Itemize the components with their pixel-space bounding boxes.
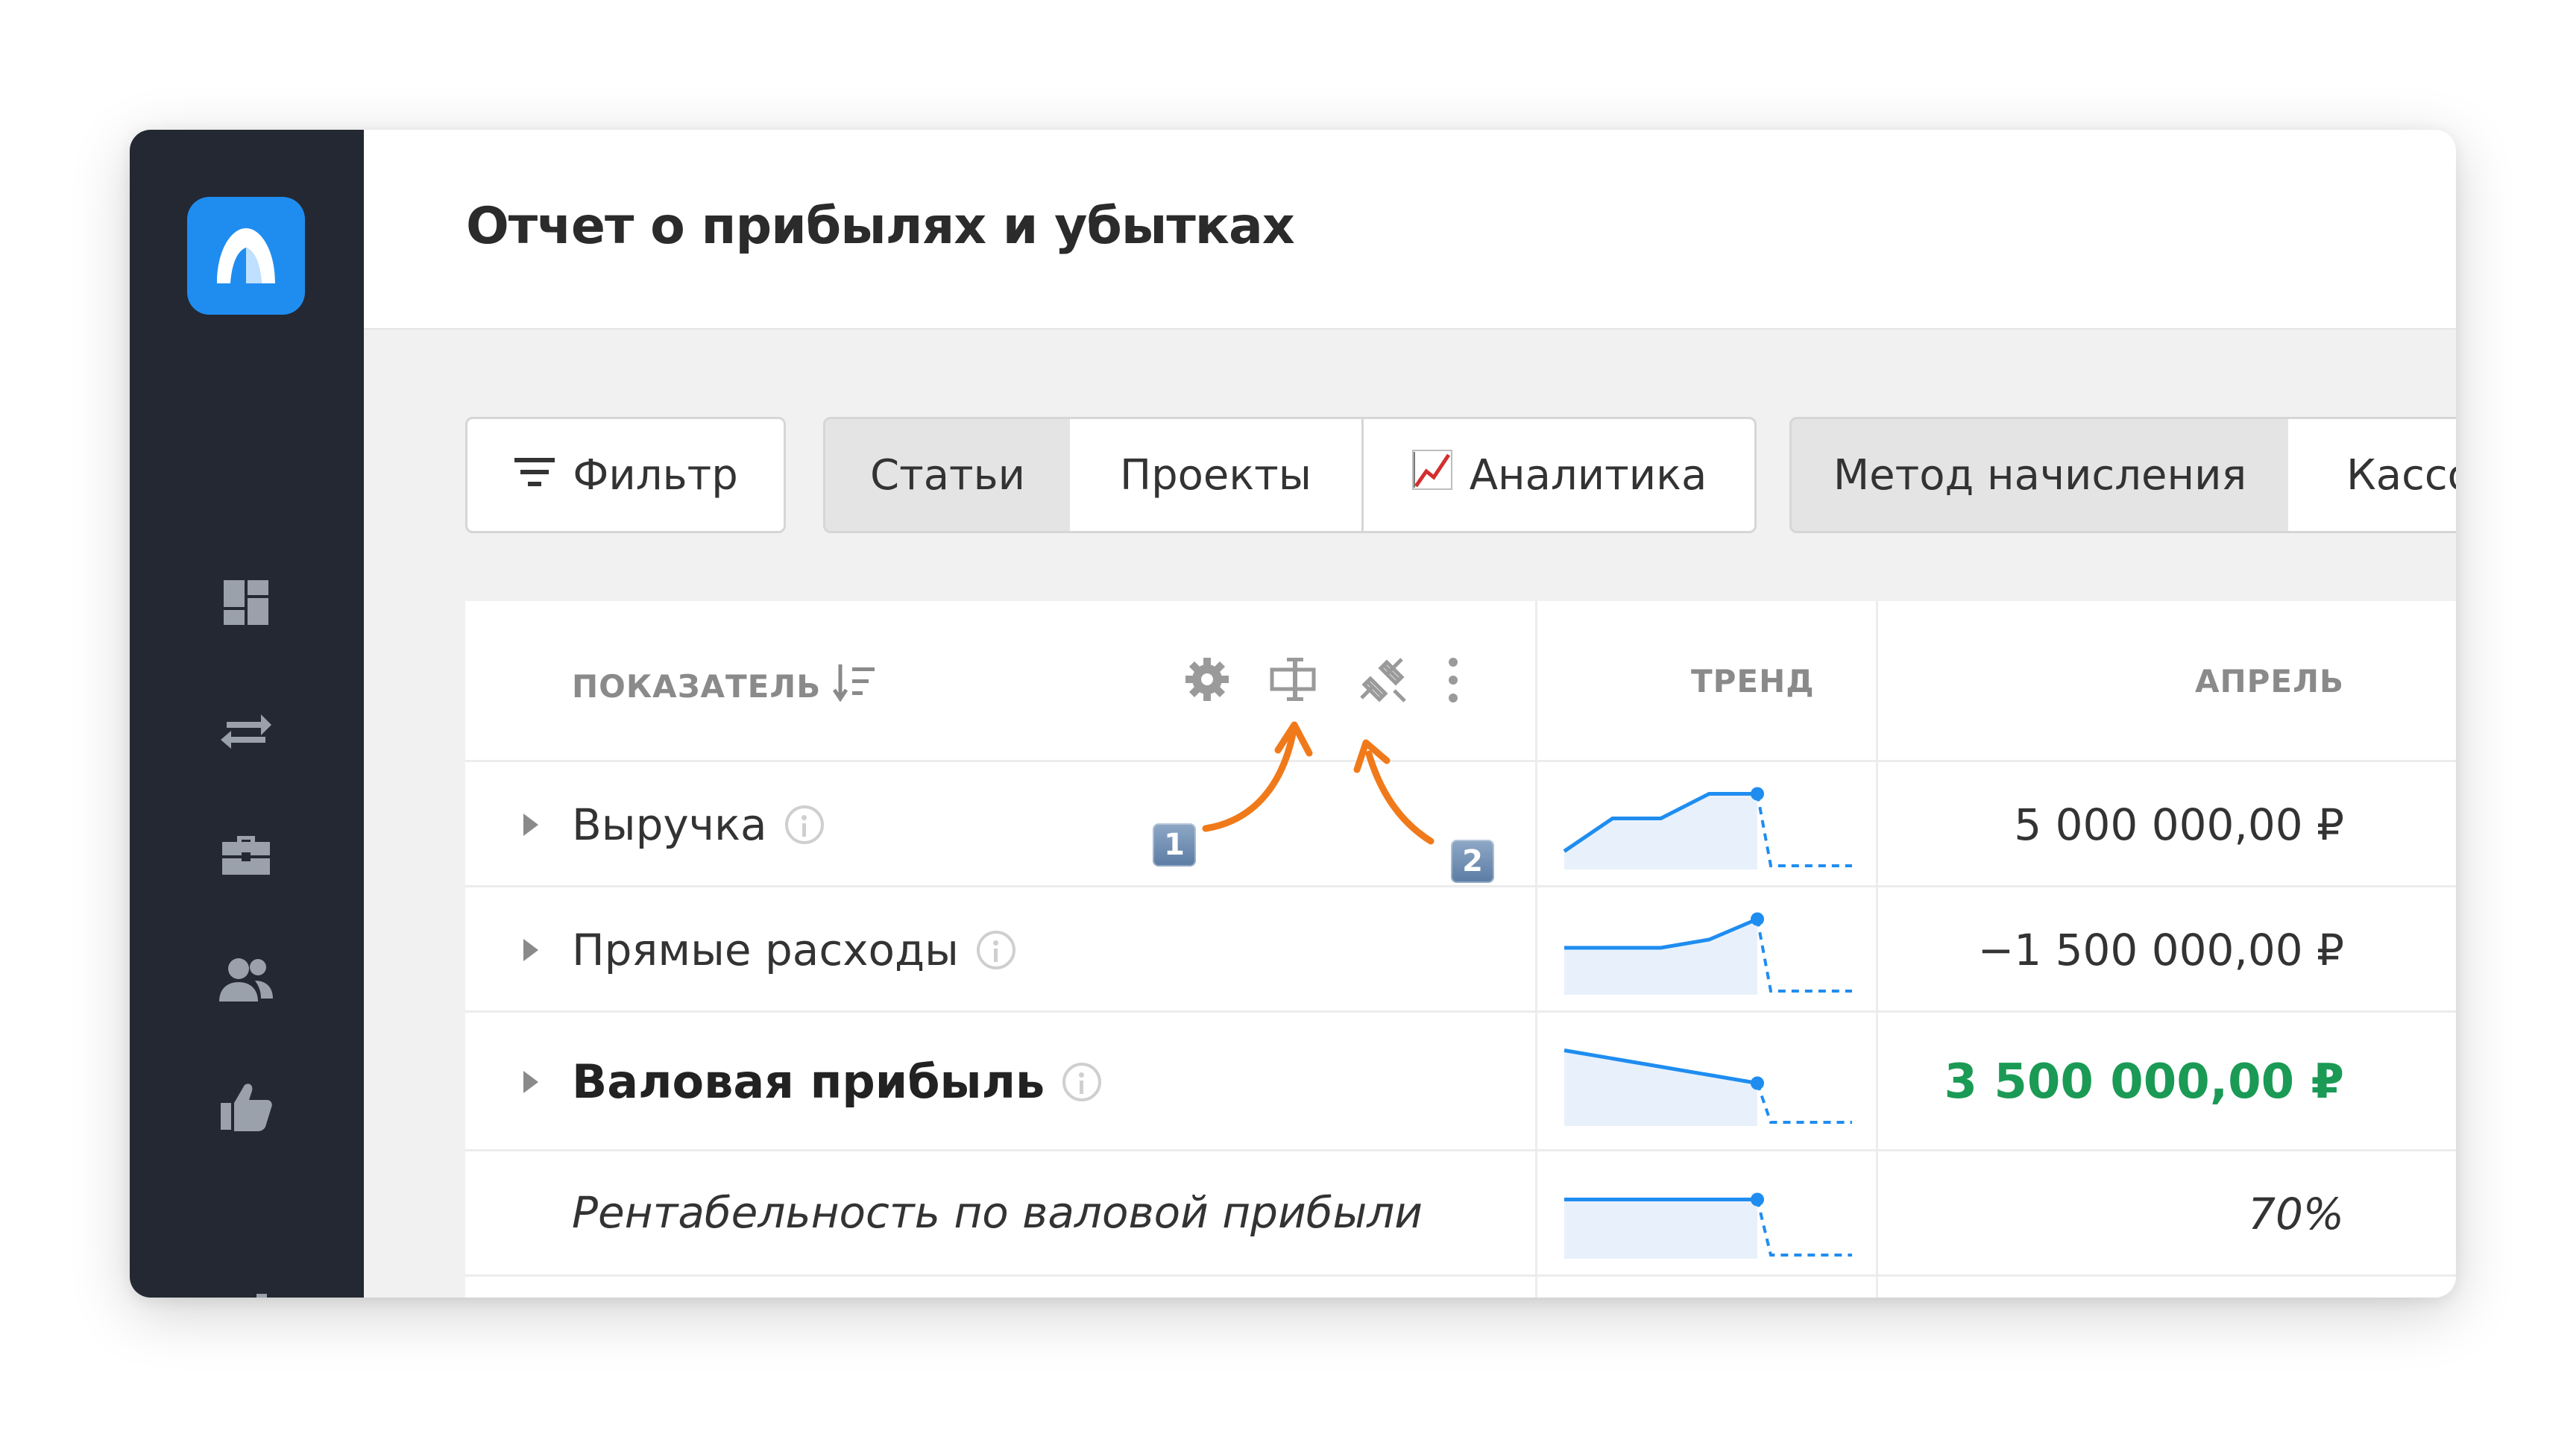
page-title: Отчет о прибылях и убытках: [466, 197, 1295, 256]
tab-articles[interactable]: Статьи: [823, 417, 1072, 533]
sparkline-point: [1751, 787, 1764, 801]
briefcase-icon[interactable]: [213, 820, 279, 885]
row-value: −1 500 000,00 ₽: [1977, 925, 2344, 975]
sparkline-point: [1751, 912, 1764, 926]
filter-icon: [513, 451, 556, 500]
sparkline-area: [1564, 1199, 1757, 1259]
row-value: 5 000 000,00 ₽: [2014, 799, 2344, 850]
main-content: Отчет о прибылях и убытках Фильтр Статьи…: [364, 130, 2456, 1298]
table-row: [465, 1277, 2456, 1298]
sparkline-forecast: [1756, 1199, 1852, 1257]
trend-sparkline: [1560, 1029, 1858, 1133]
chart-emoji-icon: [1411, 449, 1453, 501]
table-row[interactable]: Валовая прибыль 3 500 000,00 ₽: [465, 1013, 2456, 1151]
trend-column-header: ТРЕНД: [1691, 663, 1815, 699]
thumbs-up-icon[interactable]: [213, 1073, 279, 1139]
annotation-badge-2: 2: [1451, 840, 1494, 883]
expand-caret-icon[interactable]: [523, 1071, 538, 1093]
expand-caret-icon[interactable]: [523, 939, 538, 961]
sparkline-forecast: [1756, 919, 1852, 993]
bar-chart-icon[interactable]: [213, 1282, 279, 1298]
users-icon[interactable]: [213, 946, 279, 1012]
app-logo[interactable]: [187, 197, 305, 315]
tab-analytics[interactable]: Аналитика: [1361, 417, 1757, 533]
sparkline-forecast: [1756, 1082, 1852, 1124]
accrual-method-button[interactable]: Метод начисления: [1789, 417, 2290, 533]
info-icon[interactable]: [1062, 1062, 1102, 1101]
cash-method-button[interactable]: Кассо: [2288, 417, 2456, 533]
sparkline-point: [1751, 1192, 1764, 1207]
trend-sparkline: [1560, 1162, 1858, 1266]
trend-sparkline: [1560, 898, 1858, 1002]
dashboard-icon[interactable]: [213, 570, 279, 635]
transfers-icon[interactable]: [213, 697, 279, 762]
filter-label: Фильтр: [573, 450, 738, 500]
row-label: Валовая прибыль: [572, 1054, 1102, 1109]
sparkline-point: [1751, 1076, 1764, 1090]
month-column-header[interactable]: АПРЕЛЬ: [2195, 663, 2344, 699]
page-header: Отчет о прибылях и убытках: [364, 130, 2456, 330]
row-label: Прямые расходы: [572, 925, 1015, 975]
row-value: 3 500 000,00 ₽: [1944, 1054, 2344, 1110]
trend-sparkline: [1560, 773, 1858, 877]
row-value: 70%: [2248, 1189, 2344, 1239]
sidebar: [130, 130, 364, 1298]
annotation-badge-1: 1: [1153, 823, 1196, 867]
annotation-arrows: [1202, 721, 1435, 845]
toolbar: Фильтр Статьи Проекты Аналитика Метод на…: [364, 417, 2456, 533]
app-window: Отчет о прибылях и убытках Фильтр Статьи…: [130, 130, 2456, 1298]
filter-button[interactable]: Фильтр: [465, 417, 786, 533]
pnl-table: ПОКАЗАТЕЛЬ ТРЕНД АПРЕЛЬ Выручка 5 000 00…: [465, 601, 2456, 1298]
sparkline-forecast: [1756, 793, 1852, 867]
info-icon[interactable]: [976, 931, 1015, 969]
tab-projects[interactable]: Проекты: [1070, 417, 1364, 533]
sparkline-area: [1564, 1050, 1757, 1126]
table-row[interactable]: Рентабельность по валовой прибыли 70%: [465, 1151, 2456, 1277]
row-label: Рентабельность по валовой прибыли: [572, 1187, 1423, 1238]
